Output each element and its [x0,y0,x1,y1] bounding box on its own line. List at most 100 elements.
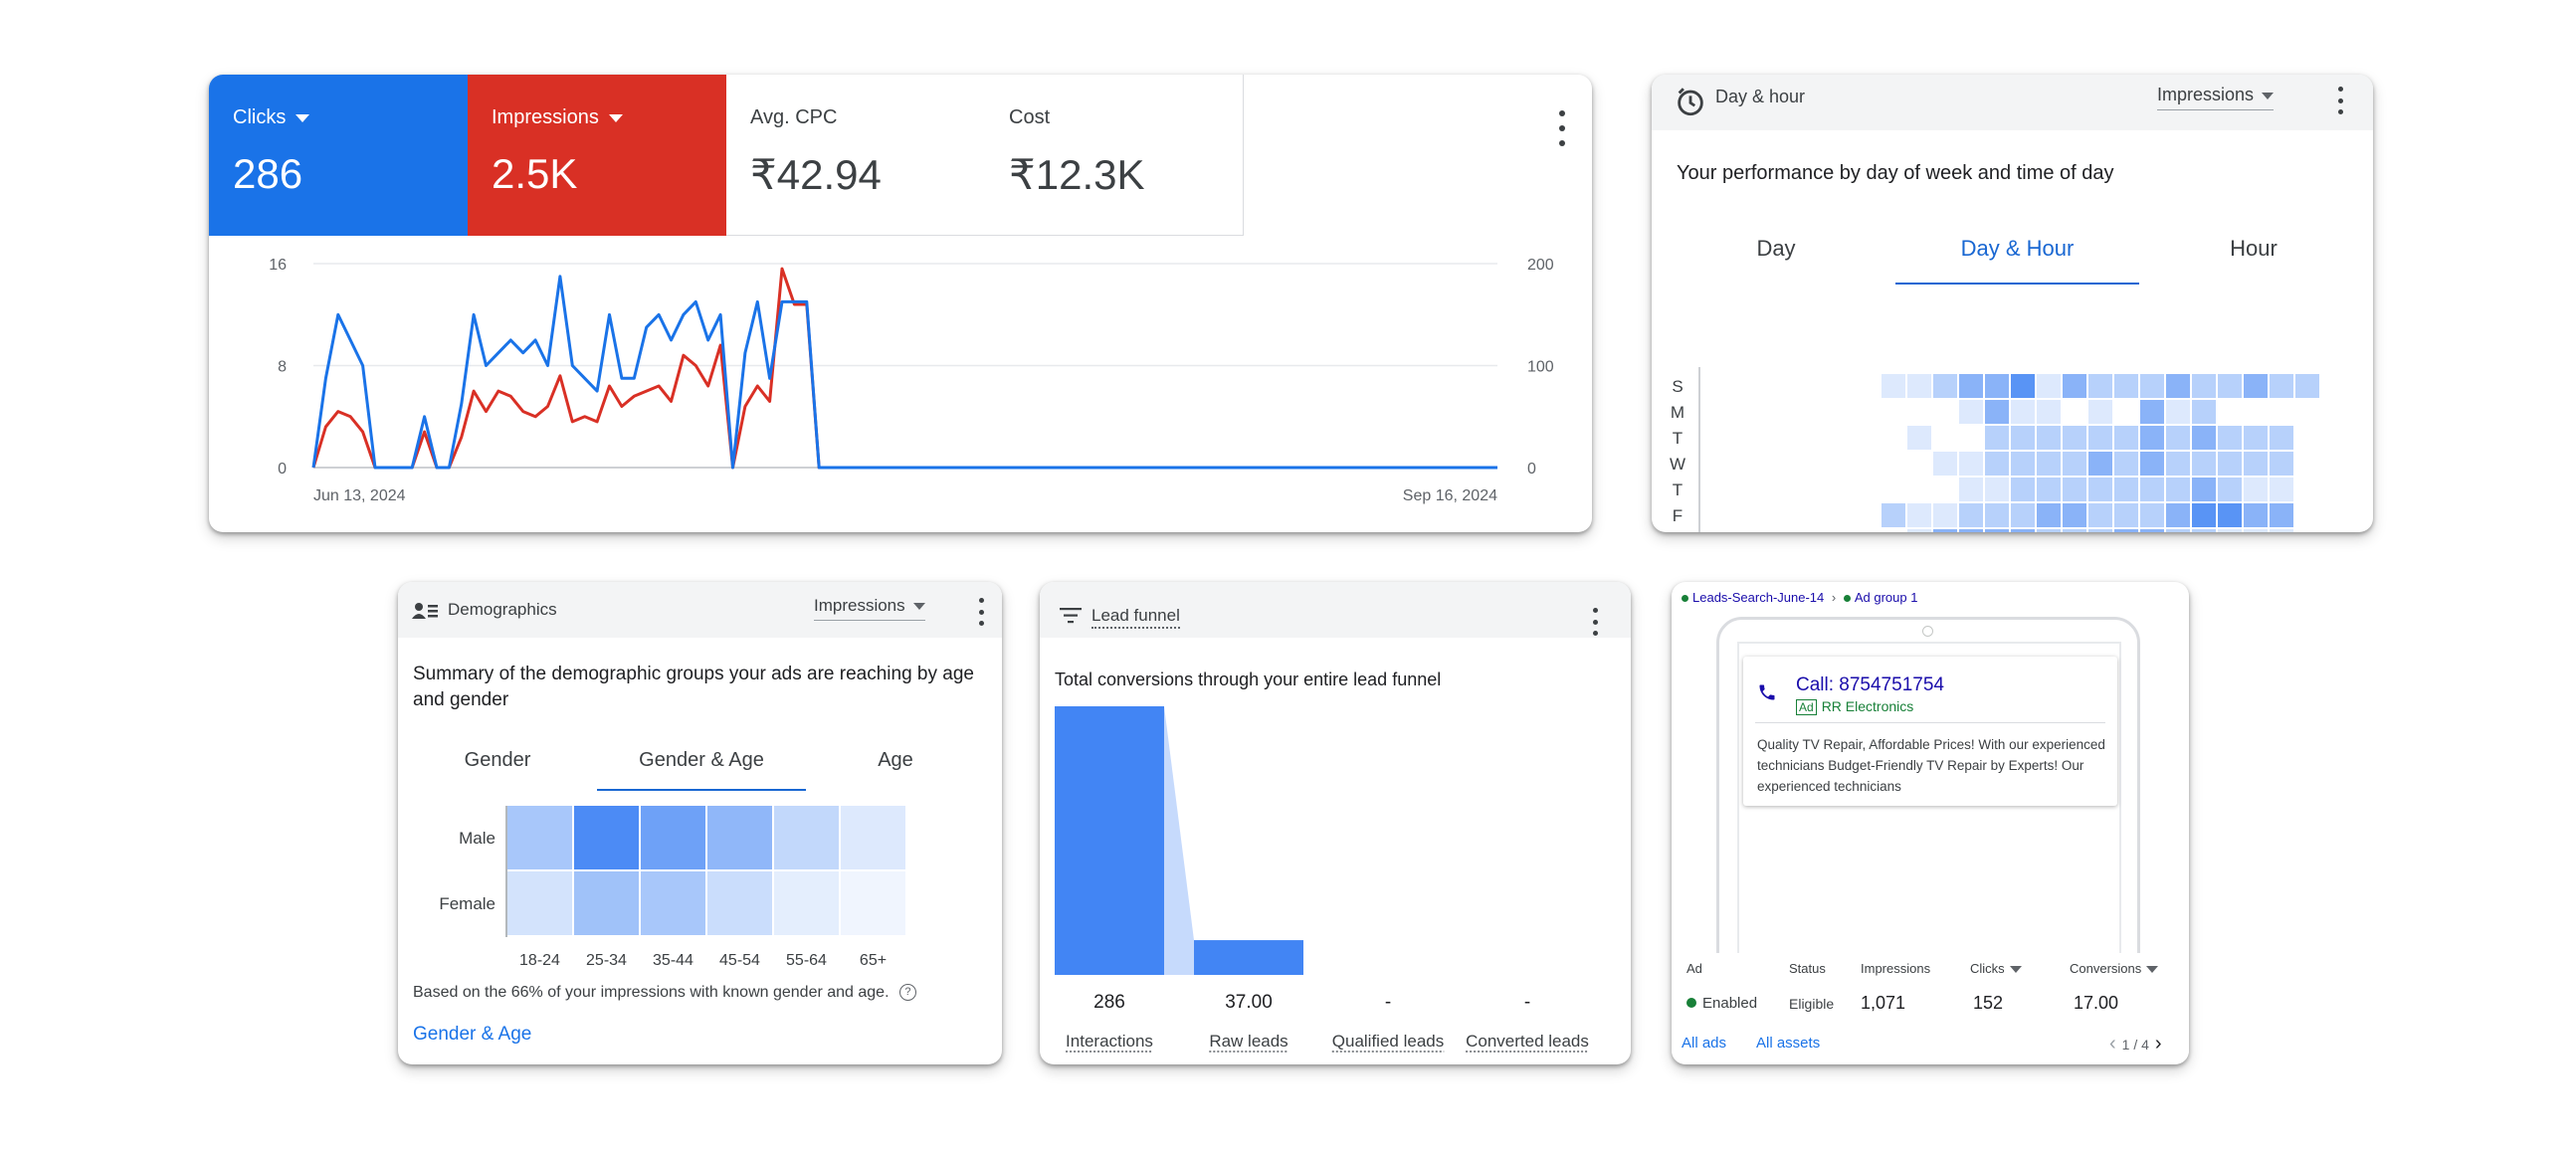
ad-preview[interactable]: Call: 8754751754 Ad RR Electronics Qualit… [1743,657,2117,806]
heatmap-cell[interactable] [2192,529,2216,532]
heatmap-cell[interactable] [2192,478,2216,501]
metric-tab-clicks[interactable]: Clicks 286 [209,75,468,236]
heatmap-cell[interactable] [2140,478,2164,501]
category-label[interactable]: Qualified leads [1332,1032,1444,1051]
heatmap-cell[interactable] [2011,529,2035,532]
heatmap-cell[interactable] [2270,374,2293,398]
heatmap-cell[interactable] [1985,452,2009,476]
heatmap-cell[interactable] [1985,478,2009,501]
heatmap-cell[interactable] [2037,503,2061,527]
funnel-bar[interactable] [1194,940,1303,975]
category-label[interactable]: Converted leads [1466,1032,1589,1051]
all-assets-link[interactable]: All assets [1756,1035,1820,1052]
heatmap-cell[interactable] [1933,374,1957,398]
heatmap-cell[interactable] [2088,452,2112,476]
heatmap-cell[interactable] [2037,452,2061,476]
col-clicks[interactable]: Clicks [1970,961,2022,976]
heatmap-cell[interactable] [1985,503,2009,527]
tab-age[interactable]: Age [836,749,955,772]
heatmap-cell[interactable] [2270,478,2293,501]
heatmap-cell[interactable] [2244,426,2268,450]
heatmap-cell[interactable] [2270,426,2293,450]
heatmap-cell[interactable] [2088,529,2112,532]
heatmap-cell[interactable] [2037,426,2061,450]
heatmap-cell[interactable] [2218,529,2242,532]
heatmap-cell[interactable] [2166,400,2190,424]
heatmap-cell[interactable] [1907,529,1931,532]
heatmap-cell[interactable] [2244,529,2268,532]
heatmap-cell[interactable] [2063,478,2086,501]
heatmap-cell[interactable] [1933,529,1957,532]
heatmap-cell[interactable] [2063,426,2086,450]
heatmap-cell[interactable] [1907,374,1931,398]
heatmap-cell[interactable] [2037,400,2061,424]
heatmap-cell[interactable] [1959,400,1983,424]
heatmap-cell[interactable] [707,871,772,935]
heatmap-cell[interactable] [507,871,572,935]
heatmap-cell[interactable] [2011,503,2035,527]
heatmap-cell[interactable] [2114,478,2138,501]
heatmap-cell[interactable] [2192,503,2216,527]
chevron-right-icon[interactable]: › [2155,1033,2162,1055]
breadcrumb-campaign[interactable]: Leads-Search-June-14 [1692,590,1824,605]
col-conversions[interactable]: Conversions [2070,961,2159,976]
heatmap-cell[interactable] [2011,400,2035,424]
heatmap-cell[interactable] [2140,374,2164,398]
breadcrumb-ad-group[interactable]: Ad group 1 [1855,590,1918,605]
heatmap-cell[interactable] [2295,374,2319,398]
gender-age-link[interactable]: Gender & Age [413,1024,531,1046]
card-title-text[interactable]: Lead funnel [1091,606,1180,629]
heatmap-cell[interactable] [2218,478,2242,501]
heatmap-cell[interactable] [2140,529,2164,532]
heatmap-cell[interactable] [2166,529,2190,532]
metric-tab-cost[interactable]: Cost ₹12.3K [985,75,1244,236]
heatmap-cell[interactable] [2063,503,2086,527]
heatmap-cell[interactable] [1882,503,1905,527]
heatmap-cell[interactable] [2166,426,2190,450]
heatmap-cell[interactable] [2063,452,2086,476]
heatmap-cell[interactable] [1882,374,1905,398]
metric-tab-avg-cpc[interactable]: Avg. CPC ₹42.94 [726,75,986,236]
heatmap-cell[interactable] [641,806,705,869]
heatmap-cell[interactable] [2244,374,2268,398]
heatmap-cell[interactable] [2088,374,2112,398]
heatmap-cell[interactable] [2270,529,2293,532]
heatmap-cell[interactable] [2088,426,2112,450]
heatmap-cell[interactable] [2037,529,2061,532]
heatmap-cell[interactable] [2114,452,2138,476]
heatmap-cell[interactable] [1907,503,1931,527]
heatmap-cell[interactable] [2011,426,2035,450]
heatmap-cell[interactable] [2114,374,2138,398]
heatmap-cell[interactable] [2270,452,2293,476]
heatmap-cell[interactable] [2037,374,2061,398]
heatmap-cell[interactable] [2192,452,2216,476]
heatmap-cell[interactable] [2192,426,2216,450]
heatmap-cell[interactable] [841,871,905,935]
heatmap-cell[interactable] [2088,503,2112,527]
metric-dropdown[interactable]: Impressions [2157,85,2275,110]
more-options-icon[interactable] [969,598,993,626]
heatmap-cell[interactable] [1959,374,1983,398]
all-ads-link[interactable]: All ads [1682,1035,1726,1052]
heatmap-cell[interactable] [2244,478,2268,501]
tab-gender[interactable]: Gender [418,749,577,772]
heatmap-cell[interactable] [2166,452,2190,476]
heatmap-cell[interactable] [1959,529,1983,532]
heatmap-cell[interactable] [1985,400,2009,424]
heatmap-cell[interactable] [2063,529,2086,532]
tab-hour[interactable]: Hour [2179,236,2328,262]
more-options-icon[interactable] [1583,608,1607,636]
heatmap-cell[interactable] [2140,426,2164,450]
heatmap-cell[interactable] [2166,503,2190,527]
heatmap-cell[interactable] [2218,374,2242,398]
heatmap-cell[interactable] [2218,452,2242,476]
tab-day[interactable]: Day [1701,236,1851,262]
heatmap-cell[interactable] [2218,426,2242,450]
heatmap-cell[interactable] [2192,400,2216,424]
heatmap-cell[interactable] [2166,374,2190,398]
metric-tab-impressions[interactable]: Impressions 2.5K [468,75,726,236]
heatmap-cell[interactable] [1985,529,2009,532]
heatmap-cell[interactable] [641,871,705,935]
heatmap-cell[interactable] [1933,452,1957,476]
heatmap-cell[interactable] [1985,374,2009,398]
